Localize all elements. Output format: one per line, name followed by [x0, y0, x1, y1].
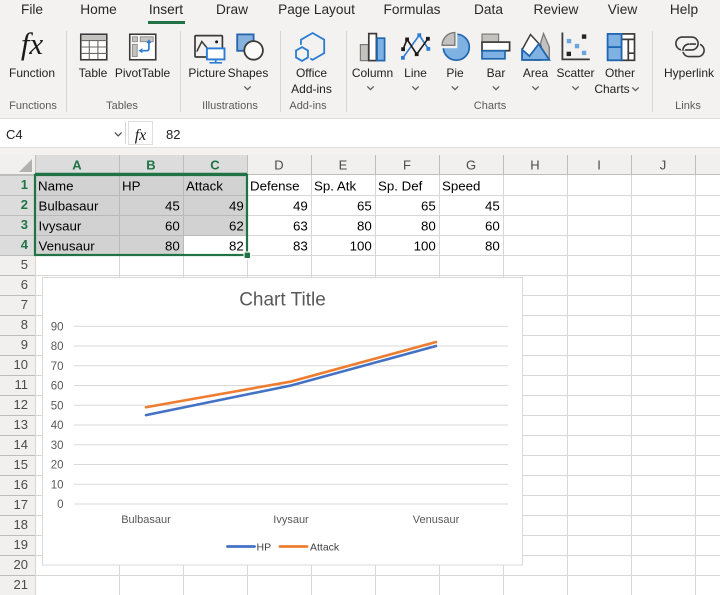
- svg-text:20: 20: [14, 557, 28, 572]
- svg-text:1: 1: [21, 177, 28, 192]
- svg-text:D: D: [274, 158, 283, 173]
- svg-text:fx: fx: [135, 127, 147, 144]
- svg-text:15: 15: [14, 457, 28, 472]
- svg-text:50: 50: [51, 400, 64, 412]
- svg-text:B: B: [146, 158, 155, 173]
- svg-text:Bulbasaur: Bulbasaur: [39, 198, 99, 213]
- svg-text:3: 3: [21, 217, 28, 232]
- svg-text:Defense: Defense: [250, 178, 300, 193]
- svg-text:Chart Title: Chart Title: [239, 290, 326, 311]
- svg-text:83: 83: [293, 238, 308, 253]
- svg-text:10: 10: [14, 357, 28, 372]
- svg-text:80: 80: [51, 341, 64, 353]
- svg-text:65: 65: [421, 198, 436, 213]
- svg-text:7: 7: [21, 297, 28, 312]
- svg-text:E: E: [339, 158, 348, 173]
- svg-text:6: 6: [21, 277, 28, 292]
- svg-text:H: H: [530, 158, 539, 173]
- svg-text:16: 16: [14, 477, 28, 492]
- svg-text:60: 60: [485, 218, 500, 233]
- svg-text:Sp. Atk: Sp. Atk: [314, 178, 356, 193]
- svg-text:5: 5: [21, 257, 28, 272]
- svg-text:20: 20: [51, 460, 64, 472]
- svg-text:fx: fx: [21, 26, 44, 61]
- svg-text:80: 80: [485, 238, 500, 253]
- svg-text:Bulbasaur: Bulbasaur: [121, 514, 171, 526]
- svg-text:18: 18: [14, 517, 28, 532]
- svg-text:I: I: [597, 158, 601, 173]
- svg-text:Venusaur: Venusaur: [39, 238, 96, 253]
- svg-text:Attack: Attack: [310, 542, 340, 554]
- svg-text:C: C: [210, 158, 220, 173]
- svg-text:49: 49: [229, 198, 244, 213]
- svg-text:8: 8: [21, 317, 28, 332]
- svg-text:65: 65: [357, 198, 372, 213]
- svg-text:13: 13: [14, 417, 28, 432]
- svg-text:A: A: [72, 158, 82, 173]
- svg-text:19: 19: [14, 537, 28, 552]
- svg-text:Attack: Attack: [186, 178, 223, 193]
- svg-text:Name: Name: [38, 178, 73, 193]
- svg-text:12: 12: [14, 397, 28, 412]
- svg-text:100: 100: [414, 238, 436, 253]
- svg-text:45: 45: [485, 198, 500, 213]
- svg-text:40: 40: [51, 420, 64, 432]
- svg-text:10: 10: [51, 479, 64, 491]
- svg-text:J: J: [660, 158, 667, 173]
- svg-text:Venusaur: Venusaur: [413, 514, 460, 526]
- svg-text:90: 90: [51, 321, 64, 333]
- svg-text:Sp. Def: Sp. Def: [378, 178, 423, 193]
- svg-text:F: F: [403, 158, 411, 173]
- svg-text:Ivysaur: Ivysaur: [39, 218, 82, 233]
- svg-text:45: 45: [165, 198, 180, 213]
- svg-text:30: 30: [51, 440, 64, 452]
- svg-text:49: 49: [293, 198, 308, 213]
- svg-text:60: 60: [165, 218, 180, 233]
- svg-text:62: 62: [229, 218, 244, 233]
- svg-text:70: 70: [51, 361, 64, 373]
- svg-text:HP: HP: [122, 178, 141, 193]
- svg-text:100: 100: [350, 238, 372, 253]
- svg-text:9: 9: [21, 337, 28, 352]
- svg-text:80: 80: [421, 218, 436, 233]
- svg-text:Ivysaur: Ivysaur: [273, 514, 309, 526]
- svg-text:G: G: [466, 158, 476, 173]
- svg-text:63: 63: [293, 218, 308, 233]
- svg-text:80: 80: [357, 218, 372, 233]
- svg-text:11: 11: [15, 377, 29, 392]
- svg-text:4: 4: [21, 237, 29, 252]
- svg-text:2: 2: [21, 197, 28, 212]
- svg-text:80: 80: [165, 238, 180, 253]
- svg-text:HP: HP: [257, 542, 272, 554]
- svg-text:17: 17: [14, 497, 28, 512]
- svg-text:14: 14: [14, 437, 28, 452]
- svg-text:21: 21: [14, 577, 28, 592]
- svg-text:82: 82: [229, 238, 244, 253]
- svg-text:0: 0: [57, 499, 63, 511]
- svg-text:Speed: Speed: [442, 178, 480, 193]
- svg-text:60: 60: [51, 381, 64, 393]
